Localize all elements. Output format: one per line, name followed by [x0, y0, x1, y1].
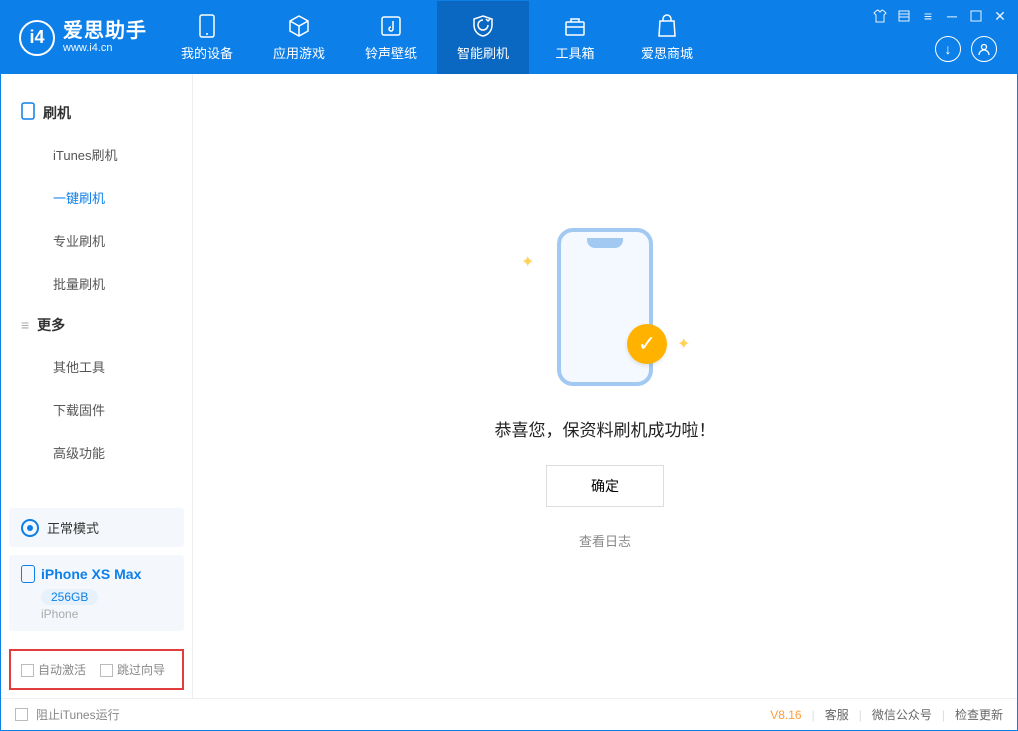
auto-activate-checkbox[interactable]: 自动激活 — [21, 661, 86, 678]
minimize-button[interactable]: ─ — [943, 7, 961, 25]
lines-icon[interactable]: ≡ — [919, 7, 937, 25]
window-controls: ≡ ─ ✕ — [871, 7, 1009, 25]
close-button[interactable]: ✕ — [991, 7, 1009, 25]
app-header: i4 爱思助手 www.i4.cn 我的设备 应用游戏 铃声壁纸 智能刷机 工具… — [1, 1, 1017, 74]
more-icon: ≡ — [21, 317, 29, 333]
sidebar-header-more: ≡ 更多 — [1, 305, 192, 345]
shield-icon — [470, 13, 496, 39]
flash-options-highlight: 自动激活 跳过向导 — [9, 649, 184, 690]
view-log-link[interactable]: 查看日志 — [579, 531, 631, 550]
mode-indicator-icon — [21, 519, 39, 537]
success-illustration: ✦ ✓ ✦ — [525, 222, 685, 392]
user-icon[interactable] — [971, 36, 997, 62]
status-bar: 阻止iTunes运行 V8.16 | 客服 | 微信公众号 | 检查更新 — [1, 698, 1017, 730]
nav-ring-wallpaper[interactable]: 铃声壁纸 — [345, 1, 437, 74]
app-logo: i4 爱思助手 www.i4.cn — [1, 1, 161, 74]
sidebar-item-pro[interactable]: 专业刷机 — [1, 219, 192, 262]
device-card[interactable]: iPhone XS Max 256GB iPhone — [9, 555, 184, 631]
main-content: ✦ ✓ ✦ 恭喜您，保资料刷机成功啦！ 确定 查看日志 — [193, 74, 1017, 698]
sidebar: 刷机 iTunes刷机 一键刷机 专业刷机 批量刷机 ≡ 更多 其他工具 下载固… — [1, 74, 193, 698]
nav-my-device[interactable]: 我的设备 — [161, 1, 253, 74]
checkmark-badge-icon: ✓ — [627, 324, 667, 364]
menu-icon[interactable] — [895, 7, 913, 25]
sidebar-item-batch[interactable]: 批量刷机 — [1, 262, 192, 305]
device-mode-label: 正常模式 — [47, 518, 99, 537]
sparkle-icon: ✦ — [521, 252, 533, 264]
device-small-icon — [21, 102, 35, 123]
check-update-link[interactable]: 检查更新 — [955, 706, 1003, 723]
sidebar-item-advanced[interactable]: 高级功能 — [1, 431, 192, 474]
block-itunes-checkbox[interactable]: 阻止iTunes运行 — [15, 706, 120, 723]
storage-badge: 256GB — [41, 589, 98, 605]
wechat-link[interactable]: 微信公众号 — [872, 706, 932, 723]
shirt-icon[interactable] — [871, 7, 889, 25]
support-link[interactable]: 客服 — [825, 706, 849, 723]
app-name: 爱思助手 — [63, 20, 147, 42]
sidebar-item-download-fw[interactable]: 下载固件 — [1, 388, 192, 431]
main-nav: 我的设备 应用游戏 铃声壁纸 智能刷机 工具箱 爱思商城 — [161, 1, 713, 74]
device-mode-card[interactable]: 正常模式 — [9, 508, 184, 547]
nav-apps-games[interactable]: 应用游戏 — [253, 1, 345, 74]
toolbox-icon — [562, 13, 588, 39]
sidebar-item-oneclick[interactable]: 一键刷机 — [1, 176, 192, 219]
device-type-label: iPhone — [41, 607, 172, 621]
ok-button[interactable]: 确定 — [546, 465, 664, 507]
bag-icon — [654, 13, 680, 39]
device-icon — [21, 565, 35, 583]
app-url: www.i4.cn — [63, 42, 147, 54]
logo-icon: i4 — [19, 20, 55, 56]
cube-icon — [286, 13, 312, 39]
phone-icon — [194, 13, 220, 39]
sparkle-icon: ✦ — [677, 334, 689, 346]
maximize-button[interactable] — [967, 7, 985, 25]
sidebar-header-flash: 刷机 — [1, 92, 192, 133]
music-icon — [378, 13, 404, 39]
sidebar-item-other-tools[interactable]: 其他工具 — [1, 345, 192, 388]
download-icon[interactable]: ↓ — [935, 36, 961, 62]
device-name-label: iPhone XS Max — [41, 566, 141, 582]
success-message: 恭喜您，保资料刷机成功啦！ — [495, 416, 716, 441]
nav-toolbox[interactable]: 工具箱 — [529, 1, 621, 74]
skip-guide-checkbox[interactable]: 跳过向导 — [100, 661, 165, 678]
nav-smart-flash[interactable]: 智能刷机 — [437, 1, 529, 74]
version-label: V8.16 — [770, 708, 801, 722]
nav-store[interactable]: 爱思商城 — [621, 1, 713, 74]
sidebar-item-itunes[interactable]: iTunes刷机 — [1, 133, 192, 176]
